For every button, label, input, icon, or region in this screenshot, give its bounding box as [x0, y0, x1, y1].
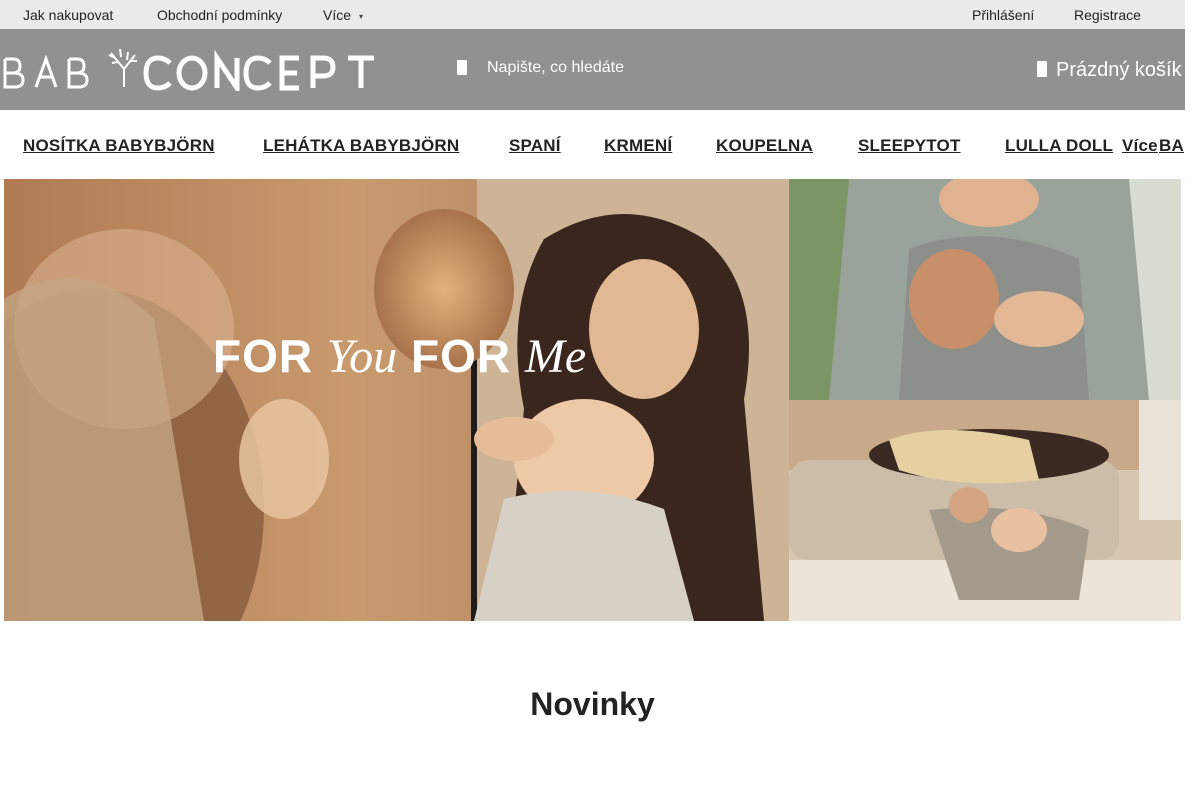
link-vice-menu[interactable]: Více ▾ [323, 7, 363, 23]
hero-banner: FOR You FOR Me [4, 179, 1181, 621]
logo[interactable] [3, 43, 398, 97]
cart-icon [1037, 61, 1047, 77]
banner-bouncer-image[interactable] [789, 400, 1181, 621]
link-jak-nakupovat[interactable]: Jak nakupovat [23, 7, 113, 23]
nav-item-sleepytot[interactable]: SLEEPYTOT [858, 136, 961, 156]
chevron-down-icon: ▾ [359, 11, 364, 21]
banner-title-part-3: FOR [410, 330, 512, 382]
search-input[interactable]: Napište, co hledáte [487, 59, 624, 77]
main-navigation: NOSÍTKA BABYBJÖRN LEHÁTKA BABYBJÖRN SPAN… [0, 110, 1185, 180]
top-utility-bar: Jak nakupovat Obchodní podmínky Více ▾ Př… [0, 0, 1185, 29]
banner-carrier-image[interactable] [789, 179, 1181, 400]
nav-item-lulla-doll[interactable]: LULLA DOLL [1005, 136, 1113, 156]
mother-baby-carrier-photo [789, 179, 1181, 400]
section-title-novinky: Novinky [530, 686, 655, 722]
nav-item-overflow[interactable]: BA [1159, 136, 1184, 156]
banner-title: FOR You FOR Me [213, 329, 586, 384]
register-link[interactable]: Registrace [1074, 7, 1141, 23]
login-link[interactable]: Přihlášení [972, 7, 1034, 23]
link-obchodni-podminky[interactable]: Obchodní podmínky [157, 7, 282, 23]
nav-item-koupelna[interactable]: KOUPELNA [716, 136, 813, 156]
search-box[interactable]: Napište, co hledáte [455, 57, 755, 83]
search-icon [457, 60, 467, 75]
mother-baby-mirror-photo [4, 179, 792, 621]
babyconcept-logo [3, 48, 374, 97]
nav-item-spani[interactable]: SPANÍ [509, 136, 561, 156]
nav-item-krmeni[interactable]: KRMENÍ [604, 136, 672, 156]
nav-item-vice[interactable]: Více [1122, 136, 1158, 156]
cart-label: Prázdný košík [1056, 59, 1182, 81]
nav-item-lehatka[interactable]: LEHÁTKA BABYBJÖRN [263, 136, 459, 156]
vice-label: Více [323, 7, 352, 23]
banner-title-part-2: You [326, 330, 398, 383]
site-header: Napište, co hledáte Prázdný košík [0, 29, 1185, 110]
hero-main-image[interactable]: FOR You FOR Me [4, 179, 792, 621]
banner-title-part-4: Me [524, 330, 587, 383]
banner-title-part-1: FOR [213, 330, 314, 382]
nav-item-nositka[interactable]: NOSÍTKA BABYBJÖRN [23, 136, 215, 156]
mother-baby-bouncer-photo [789, 400, 1181, 621]
